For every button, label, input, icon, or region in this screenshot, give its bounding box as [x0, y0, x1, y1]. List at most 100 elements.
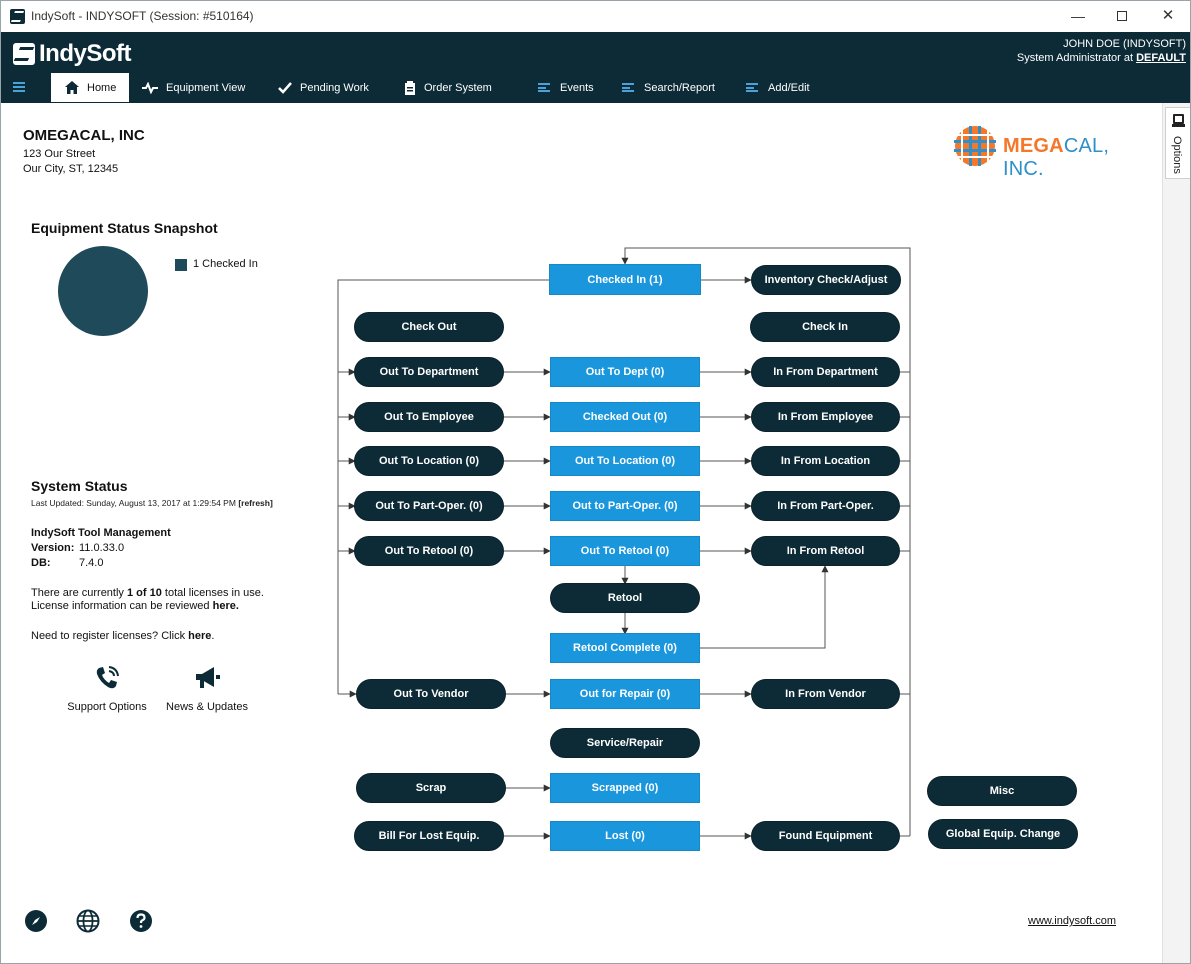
close-button[interactable]: ✕	[1158, 7, 1178, 25]
tab-equipment-view[interactable]: Equipment View	[142, 73, 245, 102]
list-icon	[746, 83, 758, 92]
tab-pending-work[interactable]: Pending Work	[278, 73, 369, 102]
minimize-button[interactable]: —	[1068, 7, 1088, 25]
main-nav: Home Equipment View Pending Work Order S…	[1, 73, 1190, 102]
app-window: IndySoft - INDYSOFT (Session: #510164) —…	[0, 0, 1191, 964]
indysoft-logo-text: IndySoft	[39, 40, 132, 67]
in-from-vendor-button[interactable]: In From Vendor	[751, 679, 900, 709]
snapshot-title: Equipment Status Snapshot	[31, 220, 218, 236]
last-updated-text: Last Updated: Sunday, August 13, 2017 at…	[31, 498, 236, 508]
check-in-button[interactable]: Check In	[750, 312, 900, 342]
tab-order-system-label: Order System	[424, 81, 492, 94]
license-info-link[interactable]: here.	[213, 600, 239, 612]
list-icon	[622, 83, 634, 92]
window-title: IndySoft - INDYSOFT (Session: #510164)	[31, 9, 254, 23]
maximize-icon	[1117, 11, 1127, 21]
globe-logo-icon	[954, 126, 996, 166]
tab-home-label: Home	[87, 81, 117, 94]
website-link[interactable]: www.indysoft.com	[1028, 915, 1116, 927]
company-address-line2: Our City, ST, 12345	[23, 163, 119, 175]
help-icon[interactable]	[129, 909, 153, 933]
found-equipment-button[interactable]: Found Equipment	[751, 821, 900, 851]
in-from-department-button[interactable]: In From Department	[751, 357, 900, 387]
globe-icon[interactable]	[76, 909, 100, 933]
status-out-to-dept[interactable]: Out To Dept (0)	[550, 357, 700, 387]
license-usage-pre: There are currently	[31, 587, 127, 599]
tab-pending-work-label: Pending Work	[300, 81, 369, 94]
bill-for-lost-button[interactable]: Bill For Lost Equip.	[354, 821, 504, 851]
megaphone-icon	[196, 667, 220, 688]
title-bar: IndySoft - INDYSOFT (Session: #510164) —…	[1, 1, 1190, 32]
pie-slice-checked-in	[58, 246, 148, 336]
license-usage: There are currently 1 of 10 total licens…	[31, 587, 264, 599]
maximize-button[interactable]	[1112, 7, 1132, 25]
retool-button[interactable]: Retool	[550, 583, 700, 613]
license-info-pre: License information can be reviewed	[31, 600, 213, 612]
out-to-department-button[interactable]: Out To Department	[354, 357, 504, 387]
status-out-to-retool[interactable]: Out To Retool (0)	[550, 536, 700, 566]
menu-icon[interactable]	[13, 82, 25, 92]
status-checked-out[interactable]: Checked Out (0)	[550, 402, 700, 432]
license-count: 1 of 10	[126, 587, 162, 599]
license-usage-post: total licenses in use.	[161, 587, 264, 599]
app-icon	[10, 9, 25, 24]
out-to-employee-button[interactable]: Out To Employee	[354, 402, 504, 432]
tab-events-label: Events	[560, 81, 594, 94]
status-scrapped[interactable]: Scrapped (0)	[550, 773, 700, 803]
status-checked-in[interactable]: Checked In (1)	[549, 264, 701, 295]
out-to-location-button[interactable]: Out To Location (0)	[354, 446, 504, 476]
indysoft-logo-icon	[13, 43, 35, 65]
compass-icon[interactable]	[24, 909, 48, 933]
logo-accent-text: MEGA	[1003, 135, 1064, 157]
license-info: License information can be reviewed here…	[31, 600, 239, 612]
out-to-part-oper-button[interactable]: Out To Part-Oper. (0)	[354, 491, 504, 521]
db-label: DB:	[31, 557, 51, 569]
list-icon	[538, 83, 550, 92]
version-label: Version:	[31, 542, 75, 554]
in-from-retool-button[interactable]: In From Retool	[751, 536, 900, 566]
legend-checked-in: 1 Checked In	[193, 258, 258, 270]
options-label: Options	[1171, 136, 1183, 174]
tab-search-report[interactable]: Search/Report	[622, 73, 715, 102]
out-to-vendor-button[interactable]: Out To Vendor	[356, 679, 506, 709]
clipboard-icon	[405, 80, 415, 95]
news-updates-label: News & Updates	[166, 701, 248, 713]
register-post: .	[211, 630, 215, 642]
tab-search-report-label: Search/Report	[644, 81, 715, 94]
tab-add-edit-label: Add/Edit	[768, 81, 810, 94]
support-options-button[interactable]: Support Options	[59, 663, 155, 713]
legend-swatch-checked-in	[175, 259, 187, 271]
news-updates-button[interactable]: News & Updates	[161, 663, 253, 713]
location-link[interactable]: DEFAULT	[1136, 52, 1186, 64]
inventory-check-button[interactable]: Inventory Check/Adjust	[751, 265, 901, 295]
user-role: System Administrator at DEFAULT	[1017, 52, 1186, 64]
options-tab[interactable]: Options	[1165, 107, 1190, 179]
status-lost[interactable]: Lost (0)	[550, 821, 700, 851]
product-name: IndySoft Tool Management	[31, 527, 171, 539]
tab-home[interactable]: Home	[51, 73, 129, 102]
company-logo-text: MEGACAL, INC.	[1003, 135, 1142, 181]
check-out-button[interactable]: Check Out	[354, 312, 504, 342]
system-status-title: System Status	[31, 478, 128, 494]
tab-order-system[interactable]: Order System	[404, 73, 492, 102]
tab-events[interactable]: Events	[538, 73, 594, 102]
register-link[interactable]: here	[188, 630, 211, 642]
global-equip-change-button[interactable]: Global Equip. Change	[928, 819, 1078, 849]
service-repair-button[interactable]: Service/Repair	[550, 728, 700, 758]
pulse-icon	[142, 81, 158, 94]
misc-button[interactable]: Misc	[927, 776, 1077, 806]
scrap-button[interactable]: Scrap	[356, 773, 506, 803]
user-name: JOHN DOE (INDYSOFT)	[1063, 38, 1186, 50]
in-from-employee-button[interactable]: In From Employee	[751, 402, 900, 432]
out-to-retool-button[interactable]: Out To Retool (0)	[354, 536, 504, 566]
in-from-part-oper-button[interactable]: In From Part-Oper.	[751, 491, 900, 521]
tab-add-edit[interactable]: Add/Edit	[746, 73, 810, 102]
register-pre: Need to register licenses? Click	[31, 630, 189, 642]
status-out-for-repair[interactable]: Out for Repair (0)	[550, 679, 700, 709]
status-out-to-location[interactable]: Out To Location (0)	[550, 446, 700, 476]
refresh-link[interactable]: [refresh]	[238, 498, 272, 508]
in-from-location-button[interactable]: In From Location	[751, 446, 900, 476]
user-role-prefix: System Administrator at	[1016, 52, 1137, 64]
status-out-to-part-oper[interactable]: Out to Part-Oper. (0)	[550, 491, 700, 521]
status-retool-complete[interactable]: Retool Complete (0)	[550, 633, 700, 663]
